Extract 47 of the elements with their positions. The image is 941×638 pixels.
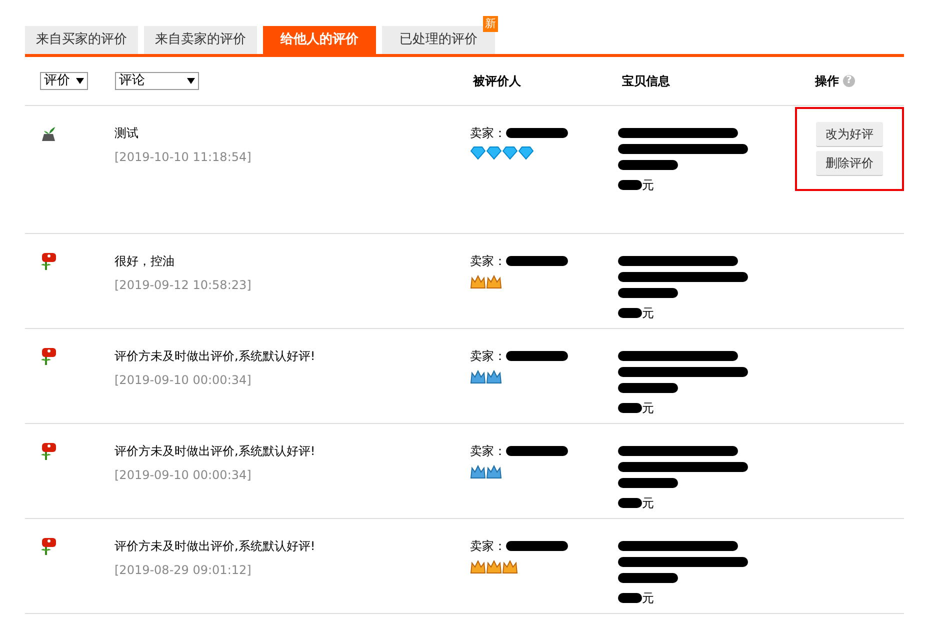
caret-icon: [187, 78, 195, 84]
seller-label: 卖家：: [470, 443, 506, 460]
price-unit: 元: [642, 400, 654, 417]
timestamp: [2019-08-29 09:01:12]: [114, 562, 252, 579]
column-header: 被评价人: [473, 74, 521, 88]
new-badge: 新: [483, 16, 498, 32]
redaction-mark: [506, 446, 568, 456]
column-header: 宝贝信息: [622, 74, 670, 88]
redaction-mark: [506, 128, 568, 138]
comment-text: 评价方未及时做出评价,系统默认好评!: [114, 443, 316, 460]
timestamp: [2019-09-10 00:00:34]: [114, 467, 252, 484]
comment-text: 测试: [114, 125, 140, 142]
comment-text: 很好，控油: [114, 253, 176, 270]
seller-label: 卖家：: [470, 253, 506, 270]
tab[interactable]: 来自卖家的评价: [144, 26, 257, 54]
redaction-mark: [618, 498, 642, 508]
column-header: 操作: [815, 73, 839, 90]
action-button[interactable]: 删除评价: [816, 151, 883, 176]
timestamp: [2019-09-12 10:58:23]: [114, 277, 252, 294]
comment-text: 评价方未及时做出评价,系统默认好评!: [114, 538, 316, 555]
redaction-mark: [618, 478, 678, 488]
timestamp: [2019-09-10 00:00:34]: [114, 372, 252, 389]
price-unit: 元: [642, 177, 654, 194]
redaction-mark: [506, 256, 568, 266]
seller-label: 卖家：: [470, 125, 506, 142]
action-button[interactable]: 改为好评: [816, 122, 883, 147]
redaction-mark: [618, 288, 678, 298]
redaction-mark: [506, 351, 568, 361]
redaction-mark: [618, 180, 642, 190]
seller-label: 卖家：: [470, 348, 506, 365]
redaction-mark: [618, 403, 642, 413]
redaction-mark: [618, 593, 642, 603]
comment-dropdown[interactable]: 评论: [115, 72, 199, 90]
redaction-mark: [618, 160, 678, 170]
redaction-mark: [506, 541, 568, 551]
tab[interactable]: 来自买家的评价: [25, 26, 138, 54]
price-unit: 元: [642, 590, 654, 607]
redaction-mark: [618, 573, 678, 583]
seller-label: 卖家：: [470, 538, 506, 555]
caret-icon: [76, 78, 84, 84]
price-unit: 元: [642, 305, 654, 322]
comment-text: 评价方未及时做出评价,系统默认好评!: [114, 348, 316, 365]
timestamp: [2019-10-10 11:18:54]: [114, 149, 252, 166]
redaction-mark: [618, 383, 678, 393]
price-unit: 元: [642, 495, 654, 512]
rating-dropdown[interactable]: 评价: [40, 72, 88, 90]
redaction-mark: [618, 308, 642, 318]
